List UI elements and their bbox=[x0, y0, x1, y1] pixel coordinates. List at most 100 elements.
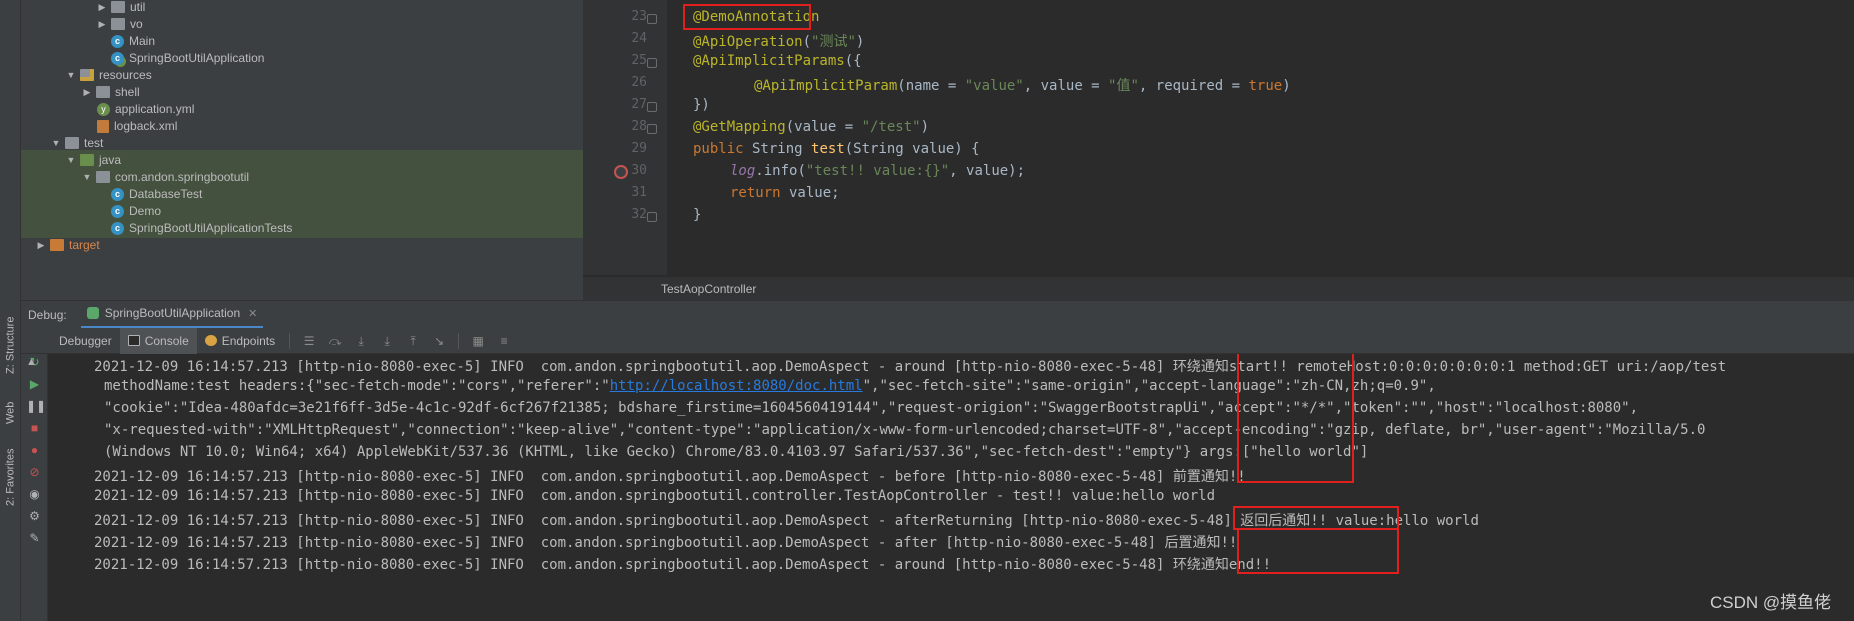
code-line-26: @ApiImplicitParam(name = "value", value … bbox=[754, 75, 1291, 95]
highlight-box bbox=[1237, 528, 1399, 574]
trace-icon[interactable]: ≡ bbox=[497, 334, 511, 348]
tree-item-label: SpringBootUtilApplicationTests bbox=[129, 221, 293, 235]
structure-tab[interactable]: Z: Structure bbox=[0, 310, 21, 380]
yml-file-icon: y bbox=[97, 102, 110, 116]
tab-endpoints[interactable]: Endpoints bbox=[197, 328, 283, 354]
step-over-icon[interactable]: ⤼ bbox=[328, 334, 342, 348]
editor-breadcrumb[interactable]: TestAopController bbox=[583, 277, 1854, 300]
field-token: log bbox=[730, 163, 756, 179]
expand-arrow-icon[interactable]: ▶ bbox=[96, 2, 108, 13]
console-line: (Windows NT 10.0; Win64; x64) AppleWebKi… bbox=[104, 444, 1369, 460]
web-tab[interactable]: Web bbox=[0, 393, 21, 433]
keyword-token: true bbox=[1248, 78, 1283, 94]
step-into-icon[interactable]: ⤓ bbox=[354, 334, 368, 348]
run-to-cursor-icon[interactable]: ↘ bbox=[432, 334, 446, 348]
excluded-folder-icon bbox=[50, 239, 64, 251]
pause-icon[interactable]: ❚❚ bbox=[26, 398, 46, 415]
debug-label: Debug: bbox=[28, 307, 67, 322]
expand-arrow-icon[interactable]: ▶ bbox=[81, 87, 93, 98]
collapse-arrow-icon[interactable]: ▼ bbox=[81, 172, 93, 182]
console-text: methodName:test headers:{"sec-fetch-mode… bbox=[104, 378, 610, 394]
collapse-arrow-icon[interactable]: ▼ bbox=[65, 70, 77, 80]
settings-icon[interactable]: ⚙ bbox=[26, 508, 43, 525]
console-line: 2021-12-09 16:14:57.213 [http-nio-8080-e… bbox=[94, 359, 1727, 375]
web-tab-label: Web bbox=[4, 401, 17, 425]
test-folder-icon bbox=[80, 154, 94, 166]
console-link[interactable]: http://localhost:8080/doc.html bbox=[610, 378, 863, 394]
tree-item-label: Main bbox=[129, 34, 156, 48]
tab-label: Endpoints bbox=[221, 333, 276, 348]
left-tool-strip: Z: Structure Web 2: Favorites bbox=[0, 0, 21, 621]
tree-item-label: DatabaseTest bbox=[129, 187, 203, 201]
console-line: 2021-12-09 16:14:57.213 [http-nio-8080-e… bbox=[94, 469, 1246, 485]
close-icon[interactable]: ✕ bbox=[248, 307, 257, 320]
resume-icon[interactable]: ▶ bbox=[26, 376, 43, 393]
scroll-up-icon[interactable]: ▲ bbox=[24, 355, 39, 370]
annotation-token: @ApiOperation bbox=[693, 34, 803, 50]
code-line-31: return value; bbox=[730, 185, 840, 201]
debug-session-label: SpringBootUtilApplication bbox=[104, 306, 241, 320]
fold-marker-icon[interactable] bbox=[647, 14, 657, 24]
favorites-tab[interactable]: 2: Favorites bbox=[0, 440, 21, 515]
highlight-box bbox=[683, 4, 811, 30]
code-token: ) bbox=[855, 34, 865, 50]
code-token: (value = bbox=[785, 119, 862, 135]
web-mapping-icon[interactable] bbox=[614, 165, 628, 179]
toolbar-separator bbox=[289, 332, 291, 349]
folder-icon bbox=[111, 1, 125, 13]
code-token: , required = bbox=[1138, 78, 1249, 94]
camera-icon[interactable]: ◉ bbox=[26, 486, 43, 503]
collapse-arrow-icon[interactable]: ▼ bbox=[50, 138, 62, 148]
show-execution-point-icon[interactable]: ☰ bbox=[302, 334, 316, 348]
class-icon: c bbox=[111, 34, 124, 48]
debug-side-toolbar: ↻ ▶ ❚❚ ■ ● ⊘ ◉ ⚙ ✎ bbox=[21, 354, 48, 621]
console-output[interactable]: 2021-12-09 16:14:57.213 [http-nio-8080-e… bbox=[49, 354, 1854, 621]
pin-icon[interactable]: ✎ bbox=[26, 530, 43, 547]
step-out-icon[interactable]: ⤒ bbox=[406, 334, 420, 348]
expand-arrow-icon[interactable]: ▶ bbox=[96, 19, 108, 30]
debug-toolbar: Debugger Console Endpoints ☰ ⤼ ⤓ ⤓ ⤒ ↘ ▦… bbox=[21, 327, 1854, 354]
tab-label: Debugger bbox=[59, 333, 112, 348]
annotation-token: @GetMapping bbox=[693, 119, 786, 135]
fold-marker-icon[interactable] bbox=[647, 124, 657, 134]
annotation-token: @ApiImplicitParam bbox=[754, 78, 898, 94]
collapse-arrow-icon[interactable]: ▼ bbox=[65, 155, 77, 165]
fold-marker-icon[interactable] bbox=[647, 102, 657, 112]
class-icon: c bbox=[111, 204, 124, 218]
view-breakpoints-icon[interactable]: ● bbox=[26, 442, 43, 459]
code-token: value; bbox=[780, 185, 840, 201]
evaluate-expression-icon[interactable]: ▦ bbox=[471, 334, 485, 348]
highlight-box bbox=[1237, 354, 1354, 483]
code-token: } bbox=[693, 207, 702, 223]
tree-item-label: util bbox=[130, 0, 146, 14]
xml-file-icon bbox=[97, 119, 109, 133]
tab-console[interactable]: Console bbox=[119, 327, 197, 354]
line-number: 29 bbox=[631, 141, 647, 156]
endpoints-icon bbox=[204, 335, 217, 346]
tree-item-target[interactable]: ▶ target bbox=[21, 235, 583, 255]
mute-breakpoints-icon[interactable]: ⊘ bbox=[26, 464, 43, 481]
debug-session-tab[interactable]: SpringBootUtilApplication ✕ bbox=[80, 301, 264, 329]
breadcrumb-label: TestAopController bbox=[661, 282, 757, 296]
line-number: 32 bbox=[631, 207, 647, 222]
stop-icon[interactable]: ■ bbox=[26, 420, 43, 437]
line-number: 26 bbox=[631, 75, 647, 90]
string-token: "test!! value:{}" bbox=[805, 163, 950, 179]
console-line: 2021-12-09 16:14:57.213 [http-nio-8080-e… bbox=[94, 557, 1272, 573]
keyword-token: public bbox=[693, 141, 744, 157]
fold-marker-icon[interactable] bbox=[647, 58, 657, 68]
favorites-tab-label: 2: Favorites bbox=[4, 448, 17, 507]
code-editor[interactable]: 23 24 25 26 27 28 29 30 31 32 @DemoAnnot… bbox=[583, 0, 1854, 300]
tab-debugger[interactable]: Debugger bbox=[51, 328, 120, 354]
code-line-30: log.info("test!! value:{}", value); bbox=[730, 163, 1025, 179]
console-line: "x-requested-with":"XMLHttpRequest","con… bbox=[104, 422, 1706, 438]
string-token: "值" bbox=[1108, 78, 1139, 94]
annotation-token: @ApiImplicitParams bbox=[693, 53, 845, 69]
expand-arrow-icon[interactable]: ▶ bbox=[35, 240, 47, 251]
project-tree: ▶ util ▶ vo c Main c SpringBootUtilApplicati… bbox=[21, 0, 583, 300]
force-step-into-icon[interactable]: ⤓ bbox=[380, 334, 394, 348]
line-number: 31 bbox=[631, 185, 647, 200]
tree-item-label: resources bbox=[99, 68, 152, 82]
resources-folder-icon bbox=[80, 69, 94, 81]
fold-marker-icon[interactable] bbox=[647, 212, 657, 222]
